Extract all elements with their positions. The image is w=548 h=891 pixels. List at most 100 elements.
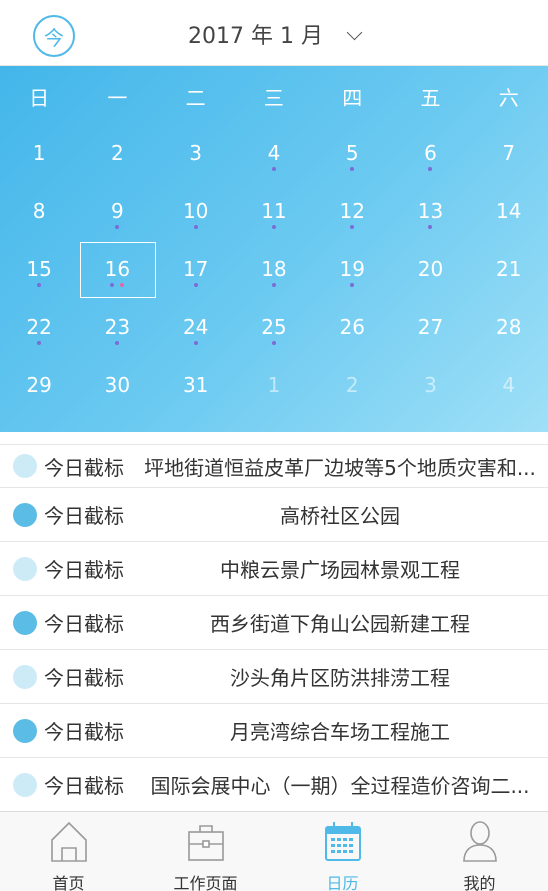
day-number: 27	[417, 315, 444, 339]
calendar-day[interactable]: 17	[157, 239, 235, 297]
calendar-day[interactable]: 25	[235, 297, 313, 355]
calendar-day[interactable]: 5	[313, 123, 391, 181]
event-dot-icon	[193, 283, 198, 287]
calendar-day[interactable]: 28	[470, 297, 548, 355]
calendar-day[interactable]: 13	[391, 181, 469, 239]
event-dots	[391, 225, 469, 229]
calendar-day[interactable]: 27	[391, 297, 469, 355]
day-number: 21	[496, 257, 522, 281]
event-dots	[313, 167, 391, 171]
list-item[interactable]: 今日截标 中粮云景广场园林景观工程	[0, 542, 548, 596]
calendar-day[interactable]: 8	[0, 181, 78, 239]
calendar-day[interactable]: 2	[313, 355, 391, 413]
event-dots	[235, 341, 313, 345]
deadline-tag: 今日截标	[44, 666, 124, 690]
day-number: 18	[261, 257, 287, 281]
calendar-day[interactable]: 20	[391, 239, 469, 297]
calendar-day[interactable]: 31	[157, 355, 235, 413]
event-dot-icon	[271, 225, 276, 229]
day-number: 4	[267, 141, 281, 165]
day-number: 22	[26, 315, 52, 339]
day-number: 17	[182, 257, 209, 281]
list-item[interactable]: 今日截标 月亮湾综合车场工程施工	[0, 704, 548, 758]
event-dots	[235, 167, 313, 171]
list-item[interactable]: 今日截标 高桥社区公园	[0, 488, 548, 542]
tab-user[interactable]: 我的	[411, 812, 548, 891]
event-dots	[78, 341, 156, 345]
project-title: 国际会展中心（一期）全过程造价咨询二...	[150, 774, 530, 798]
project-title: 高桥社区公园	[280, 504, 400, 528]
list-item[interactable]: 今日截标 沙头角片区防洪排涝工程	[0, 650, 548, 704]
event-dots	[235, 225, 313, 229]
tab-bar: 首页 工作页面 日历 我的	[0, 811, 548, 891]
day-number: 29	[26, 373, 52, 397]
event-dots	[157, 283, 235, 287]
event-dot-icon	[350, 167, 355, 171]
calendar-day[interactable]: 14	[470, 181, 548, 239]
month-selector[interactable]: 2017 年 1 月	[0, 18, 548, 50]
calendar-week: 15 16 17 18 19 20 21	[0, 239, 548, 298]
weekday-header: 日一二三四五六	[0, 82, 548, 112]
calendar-day[interactable]: 22	[0, 297, 78, 355]
calendar-day[interactable]: 11	[235, 181, 313, 239]
calendar-day[interactable]: 4	[235, 123, 313, 181]
day-number: 20	[417, 257, 444, 281]
calendar-day[interactable]: 26	[313, 297, 391, 355]
calendar-day[interactable]: 6	[391, 123, 469, 181]
calendar-day[interactable]: 4	[470, 355, 548, 413]
event-dots	[313, 283, 391, 287]
deadline-tag: 今日截标	[44, 455, 124, 480]
list-item[interactable]: 今日截标 西乡街道下角山公园新建工程	[0, 596, 548, 650]
tab-calendar[interactable]: 日历	[274, 812, 411, 891]
day-number: 11	[261, 199, 287, 223]
weekday-label: 四	[342, 86, 363, 110]
calendar-day-selected[interactable]: 16	[78, 239, 157, 298]
calendar-day[interactable]: 10	[157, 181, 235, 239]
event-dots	[157, 225, 235, 229]
calendar-day[interactable]: 1	[235, 355, 313, 413]
day-number: 4	[502, 373, 516, 397]
calendar-day[interactable]: 24	[157, 297, 235, 355]
calendar-day[interactable]: 21	[470, 239, 548, 297]
calendar-day[interactable]: 12	[313, 181, 391, 239]
day-number: 3	[424, 373, 437, 397]
calendar-day[interactable]: 19	[313, 239, 391, 297]
calendar-day[interactable]: 3	[391, 355, 469, 413]
calendar-day[interactable]: 7	[470, 123, 548, 181]
day-number: 10	[182, 199, 209, 223]
status-dot-icon	[13, 664, 37, 689]
day-number: 1	[32, 141, 46, 165]
day-number: 9	[111, 199, 124, 223]
calendar-day[interactable]: 29	[0, 355, 78, 413]
calendar-day[interactable]: 15	[0, 239, 78, 297]
calendar-week: 22 23 24 25 26 27 28	[0, 297, 548, 355]
calendar-day[interactable]: 30	[78, 355, 156, 413]
tab-home[interactable]: 首页	[0, 812, 137, 891]
list-item[interactable]: 今日截标 国际会展中心（一期）全过程造价咨询二...	[0, 758, 548, 811]
calendar-day[interactable]: 23	[78, 297, 156, 355]
event-dot-icon	[115, 225, 120, 229]
day-number: 19	[339, 257, 365, 281]
project-title: 沙头角片区防洪排涝工程	[230, 666, 450, 690]
calendar-day[interactable]: 3	[157, 123, 235, 181]
event-dots	[235, 283, 313, 287]
calendar-day[interactable]: 1	[0, 123, 78, 181]
day-number: 23	[104, 315, 131, 339]
project-title: 西乡街道下角山公园新建工程	[210, 612, 470, 636]
calendar-days: 1 2 3 4 5 6 7 8 9 10 11 12 13 14 15 16 17 18 19 20 21 22 23 24 2…	[0, 123, 548, 413]
day-number: 8	[32, 199, 46, 223]
calendar-day[interactable]: 18	[235, 239, 313, 297]
tab-briefcase[interactable]: 工作页面	[137, 812, 274, 891]
day-number: 3	[189, 141, 203, 165]
day-number: 6	[424, 141, 437, 165]
calendar-day[interactable]: 9	[78, 181, 156, 239]
chevron-down-icon	[346, 24, 363, 41]
event-dot-icon	[110, 283, 115, 287]
deadline-tag: 今日截标	[44, 612, 124, 636]
calendar-day[interactable]: 2	[78, 123, 156, 181]
tab-label: 日历	[326, 874, 359, 891]
list-item[interactable]: 今日截标 坪地街道恒益皮革厂边坡等5个地质灾害和...	[0, 445, 548, 488]
event-dots	[391, 167, 469, 171]
day-number: 13	[417, 199, 444, 223]
event-dot-icon	[428, 167, 433, 171]
